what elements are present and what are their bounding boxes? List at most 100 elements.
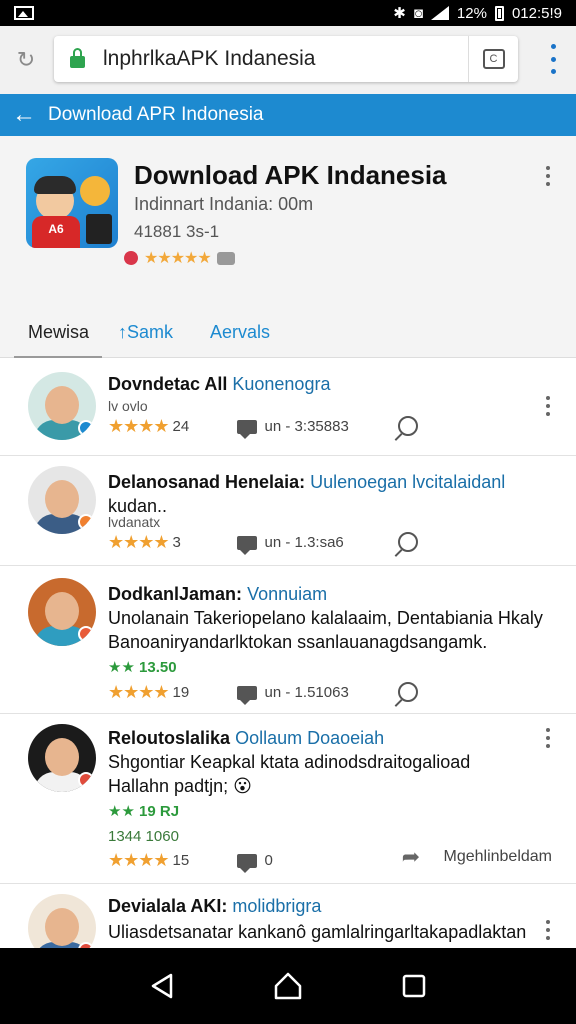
nav-back-icon[interactable] — [149, 972, 175, 1000]
review-date: un - 1.51063 — [264, 684, 349, 701]
review-more-icon[interactable] — [546, 396, 552, 416]
nav-recents-icon[interactable] — [401, 973, 427, 999]
review-author-name: Delanosanad Henelaia: — [108, 472, 306, 492]
review-date: un - 1.3:sa6 — [264, 534, 344, 551]
status-left — [14, 6, 393, 20]
browser-toolbar: ↻ lnphrlkaAPK Indanesia C — [0, 26, 576, 94]
review-author: Dovndetac All Kuonenogra — [108, 374, 330, 395]
review-author: Devialala AKI: molidbrigra — [108, 896, 321, 917]
status-right: ✱ ◙ 12% 012:5!9 — [393, 4, 562, 23]
comment-icon[interactable] — [236, 853, 257, 873]
tab-details[interactable]: Aervals — [210, 322, 270, 343]
battery-icon — [494, 5, 504, 21]
review-meta: ★★★★ 19 un - 1.51063 — [108, 682, 349, 705]
search-icon[interactable] — [398, 532, 418, 552]
search-icon[interactable] — [398, 682, 418, 702]
app-rating-row: ★★★★★ — [124, 248, 235, 268]
reviews-list: Dovndetac All Kuonenogra lv ovlo ★★★★ 24… — [0, 358, 576, 948]
tab-bar: Mewisa ↑Samk Aervals — [0, 308, 576, 359]
review-author-link[interactable]: Vonnuiam — [247, 584, 327, 604]
avatar-face — [45, 908, 79, 946]
review-author-link[interactable]: Uulenoegan lvcitalaidanl — [310, 472, 505, 492]
review-author-name: Dovndetac All — [108, 374, 228, 394]
avatar-badge-icon — [78, 514, 94, 530]
comment-icon[interactable] — [236, 535, 257, 555]
avatar — [28, 894, 96, 948]
header-more-icon[interactable] — [546, 166, 552, 186]
mascot-kid-shirt: A6 — [32, 216, 80, 248]
system-nav-bar — [0, 948, 576, 1024]
review-date: 0 — [264, 852, 273, 869]
mascot-kid-hair — [34, 176, 76, 194]
review-author-name: Devialala AKI: — [108, 896, 228, 916]
avatar — [28, 372, 96, 440]
review-text: Hallahn padtjn; 😮 — [108, 776, 252, 796]
review-author-link[interactable]: Oollaum Doaoeiah — [235, 728, 384, 748]
review-author: Reloutoslalika Oollaum Doaoeiah — [108, 728, 384, 749]
browser-menu-icon[interactable] — [548, 44, 558, 74]
back-arrow-icon[interactable]: ← — [0, 101, 48, 129]
reload-icon[interactable]: ↻ — [12, 46, 40, 74]
app-version: 41881 3s-1 — [134, 222, 220, 241]
tab-reviews[interactable]: Mewisa — [28, 322, 89, 343]
review-item: Devialala AKI: molidbrigra Uliasdetsanat… — [0, 884, 576, 948]
review-item: Reloutoslalika Oollaum Doaoeiah Shgontia… — [0, 714, 576, 884]
image-notification-icon — [14, 6, 34, 20]
review-item: DodkanlJaman: Vonnuiam Unolanain Takerio… — [0, 566, 576, 714]
review-more-icon[interactable] — [546, 920, 552, 940]
avatar-face — [45, 592, 79, 630]
mascot-bird — [80, 176, 110, 206]
bluetooth-icon: ✱ — [393, 5, 406, 22]
review-meta: ★★★★ 24 un - 3:35883 — [108, 416, 349, 439]
avatar-face — [45, 386, 79, 424]
tabs-button[interactable]: C — [468, 36, 518, 82]
review-author-name: Reloutoslalika — [108, 728, 231, 748]
review-star-count: 24 — [172, 418, 190, 435]
review-star-count: 15 — [172, 852, 190, 869]
review-stars: ★★★★ — [108, 532, 170, 552]
url-bar[interactable]: lnphrlkaAPK Indanesia C — [54, 36, 518, 82]
avatar — [28, 578, 96, 646]
avatar — [28, 466, 96, 534]
tab-rank[interactable]: ↑Samk — [118, 322, 173, 343]
share-arrow-icon[interactable]: ➦ — [402, 844, 420, 870]
clock: 012:5!9 — [511, 4, 562, 22]
signal-icon — [430, 6, 449, 20]
comment-icon[interactable] — [236, 419, 257, 439]
mascot-phone — [86, 214, 112, 244]
avatar-face — [45, 738, 79, 776]
search-icon[interactable] — [398, 416, 418, 436]
app-icon: A6 — [26, 158, 118, 248]
tab-count: C — [482, 49, 505, 69]
avatar-badge-icon — [78, 420, 94, 436]
translate-link[interactable]: Mgehlinbeldam — [443, 848, 552, 866]
badge-icon — [124, 251, 138, 265]
nav-home-icon[interactable] — [273, 971, 303, 1001]
review-meta: ★★★★ 15 0 — [108, 850, 273, 873]
comment-icon[interactable] — [236, 685, 257, 705]
avatar — [28, 724, 96, 792]
app-title: Download APK Indanesia — [134, 160, 447, 190]
url-text[interactable]: lnphrlkaAPK Indanesia — [103, 47, 468, 71]
review-meta: ★★★★ 3 un - 1.3:sa6 — [108, 532, 344, 555]
review-date: un - 3:35883 — [264, 418, 349, 435]
review-star-count: 3 — [172, 534, 181, 551]
app-subtitle: Indinnart Indania: 00m — [134, 194, 314, 214]
review-text: Shgontiar Keapkal ktata adinodsdraitogal… — [108, 752, 471, 772]
vibrate-icon: ◙ — [413, 4, 423, 22]
review-item: Delanosanad Henelaia: Uulenoegan lvcital… — [0, 456, 576, 566]
review-author-link[interactable]: Kuonenogra — [232, 374, 330, 394]
review-text: Banoaniryandarlktokan ssanlauanagdsangam… — [108, 632, 488, 652]
app-bar-title: Download APR Indonesia — [48, 104, 264, 125]
status-bar: ✱ ◙ 12% 012:5!9 — [0, 0, 576, 26]
review-author-link[interactable]: molidbrigra — [232, 896, 321, 916]
review-author-name: DodkanlJaman: — [108, 584, 243, 604]
battery-percent: 12% — [456, 4, 487, 22]
review-helpful: ★★ 13.50 — [108, 659, 177, 676]
avatar-face — [45, 480, 79, 518]
camera-icon — [216, 251, 235, 265]
review-star-count: 19 — [172, 684, 190, 701]
review-item: Dovndetac All Kuonenogra lv ovlo ★★★★ 24… — [0, 358, 576, 456]
review-more-icon[interactable] — [546, 728, 552, 748]
review-author: Delanosanad Henelaia: Uulenoegan lvcital… — [108, 472, 505, 493]
